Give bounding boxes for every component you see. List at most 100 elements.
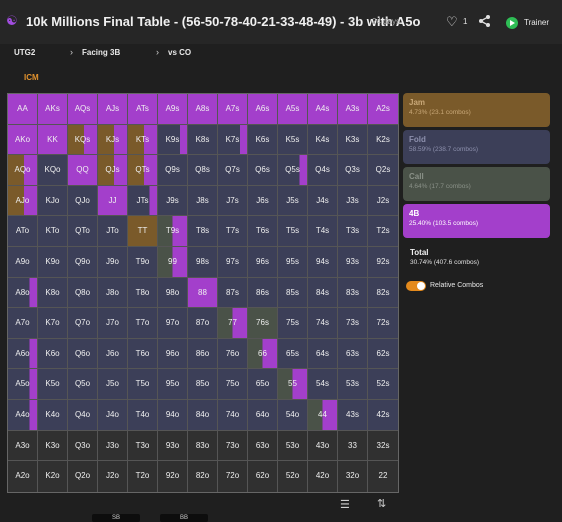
hand-cell[interactable]: T7o [128, 308, 158, 339]
hand-cell[interactable]: T7s [218, 216, 248, 247]
hand-cell[interactable]: Q6o [68, 338, 98, 370]
hand-cell[interactable]: QJs [98, 155, 128, 186]
hand-cell[interactable]: KQs [68, 124, 98, 156]
action-panel-4b[interactable]: 4B 25.40% (103.5 combos) [403, 204, 550, 238]
hand-cell[interactable]: T8s [188, 216, 218, 247]
hand-cell[interactable]: 64o [248, 399, 278, 431]
hand-cell[interactable]: KQo [38, 155, 68, 186]
hand-cell[interactable]: KJo [38, 185, 68, 217]
hand-cell[interactable]: Q2s [368, 155, 398, 186]
hand-cell[interactable]: 65s [278, 338, 308, 370]
hand-cell[interactable]: 87o [188, 308, 218, 339]
hand-cell[interactable]: 32o [338, 461, 368, 492]
hand-cell[interactable]: J9s [158, 185, 188, 217]
hand-cell[interactable]: QTs [128, 155, 158, 186]
hand-cell[interactable]: ATs [128, 94, 158, 125]
hand-cell[interactable]: J5o [98, 369, 128, 400]
hand-cell[interactable]: JTo [98, 216, 128, 247]
icm-badge[interactable]: ICM [24, 73, 39, 82]
hand-cell[interactable]: A8s [188, 94, 218, 125]
breadcrumb-item-vs-co[interactable]: vs CO [168, 48, 191, 57]
hand-cell[interactable]: K3o [38, 430, 68, 462]
hand-cell[interactable]: A5o [8, 369, 38, 400]
hand-cell[interactable]: 54o [278, 399, 308, 431]
hand-cell[interactable]: AQs [68, 94, 98, 125]
hand-cell[interactable]: 22 [368, 461, 398, 492]
hand-cell[interactable]: 65o [248, 369, 278, 400]
hand-cell[interactable]: 84s [308, 277, 338, 309]
hand-cell[interactable]: 95o [158, 369, 188, 400]
hand-cell[interactable]: A2s [368, 94, 398, 125]
hand-cell[interactable]: K4s [308, 124, 338, 156]
hand-cell[interactable]: 53s [338, 369, 368, 400]
hand-cell[interactable]: AQo [8, 155, 38, 186]
hand-cell[interactable]: JTs [128, 185, 158, 217]
hand-cell[interactable]: A9s [158, 94, 188, 125]
hand-cell[interactable]: 88 [188, 277, 218, 309]
hand-cell[interactable]: J7o [98, 308, 128, 339]
hand-cell[interactable]: J8o [98, 277, 128, 309]
hand-cell[interactable]: 74o [218, 399, 248, 431]
hand-cell[interactable]: Q6s [248, 155, 278, 186]
hand-cell[interactable]: 98o [158, 277, 188, 309]
hand-cell[interactable]: T6o [128, 338, 158, 370]
hand-cell[interactable]: 44 [308, 399, 338, 431]
hand-cell[interactable]: T6s [248, 216, 278, 247]
hand-cell[interactable]: 75o [218, 369, 248, 400]
hand-cell[interactable]: 83o [188, 430, 218, 462]
hand-cell[interactable]: 62o [248, 461, 278, 492]
hand-cell[interactable]: J9o [98, 246, 128, 278]
hand-cell[interactable]: 85s [278, 277, 308, 309]
hand-cell[interactable]: T5o [128, 369, 158, 400]
hand-cell[interactable]: 63s [338, 338, 368, 370]
hand-cell[interactable]: ATo [8, 216, 38, 247]
hand-cell[interactable]: 94o [158, 399, 188, 431]
hand-cell[interactable]: T5s [278, 216, 308, 247]
hand-cell[interactable]: J4s [308, 185, 338, 217]
hand-cell[interactable]: JJ [98, 185, 128, 217]
relative-combos-toggle[interactable] [406, 281, 426, 291]
hand-cell[interactable]: K7o [38, 308, 68, 339]
hand-cell[interactable]: 42s [368, 399, 398, 431]
hand-cell[interactable]: 63o [248, 430, 278, 462]
hand-cell[interactable]: J3s [338, 185, 368, 217]
hand-cell[interactable]: KK [38, 124, 68, 156]
hand-cell[interactable]: 86o [188, 338, 218, 370]
hand-cell[interactable]: QTo [68, 216, 98, 247]
hand-cell[interactable]: 86s [248, 277, 278, 309]
hand-cell[interactable]: AJs [98, 94, 128, 125]
hand-cell[interactable]: 66 [248, 338, 278, 370]
hand-cell[interactable]: J6s [248, 185, 278, 217]
list-icon[interactable]: ☰ [340, 498, 350, 511]
hand-cell[interactable]: K6s [248, 124, 278, 156]
hand-cell[interactable]: TT [128, 216, 158, 247]
hand-cell[interactable]: 42o [308, 461, 338, 492]
hand-cell[interactable]: 97s [218, 246, 248, 278]
hand-cell[interactable]: 54s [308, 369, 338, 400]
hand-cell[interactable]: QJo [68, 185, 98, 217]
hand-cell[interactable]: J4o [98, 399, 128, 431]
hand-cell[interactable]: J2o [98, 461, 128, 492]
hand-cell[interactable]: T4s [308, 216, 338, 247]
hand-cell[interactable]: QQ [68, 155, 98, 186]
hand-cell[interactable]: T2o [128, 461, 158, 492]
hand-cell[interactable]: Q3o [68, 430, 98, 462]
hand-cell[interactable]: 93o [158, 430, 188, 462]
hand-cell[interactable]: 33 [338, 430, 368, 462]
hand-cell[interactable]: K3s [338, 124, 368, 156]
hand-cell[interactable]: A7s [218, 94, 248, 125]
hand-cell[interactable]: 84o [188, 399, 218, 431]
hand-cell[interactable]: A9o [8, 246, 38, 278]
hand-cell[interactable]: T2s [368, 216, 398, 247]
hand-cell[interactable]: J5s [278, 185, 308, 217]
breadcrumb-item-facing-3b[interactable]: Facing 3B [82, 48, 120, 57]
hand-cell[interactable]: K8s [188, 124, 218, 156]
hand-cell[interactable]: J7s [218, 185, 248, 217]
hand-cell[interactable]: A3s [338, 94, 368, 125]
hand-cell[interactable]: AJo [8, 185, 38, 217]
hand-cell[interactable]: A5s [278, 94, 308, 125]
hand-cell[interactable]: 73s [338, 308, 368, 339]
hand-cell[interactable]: K5s [278, 124, 308, 156]
hand-cell[interactable]: 93s [338, 246, 368, 278]
hand-cell[interactable]: Q9s [158, 155, 188, 186]
